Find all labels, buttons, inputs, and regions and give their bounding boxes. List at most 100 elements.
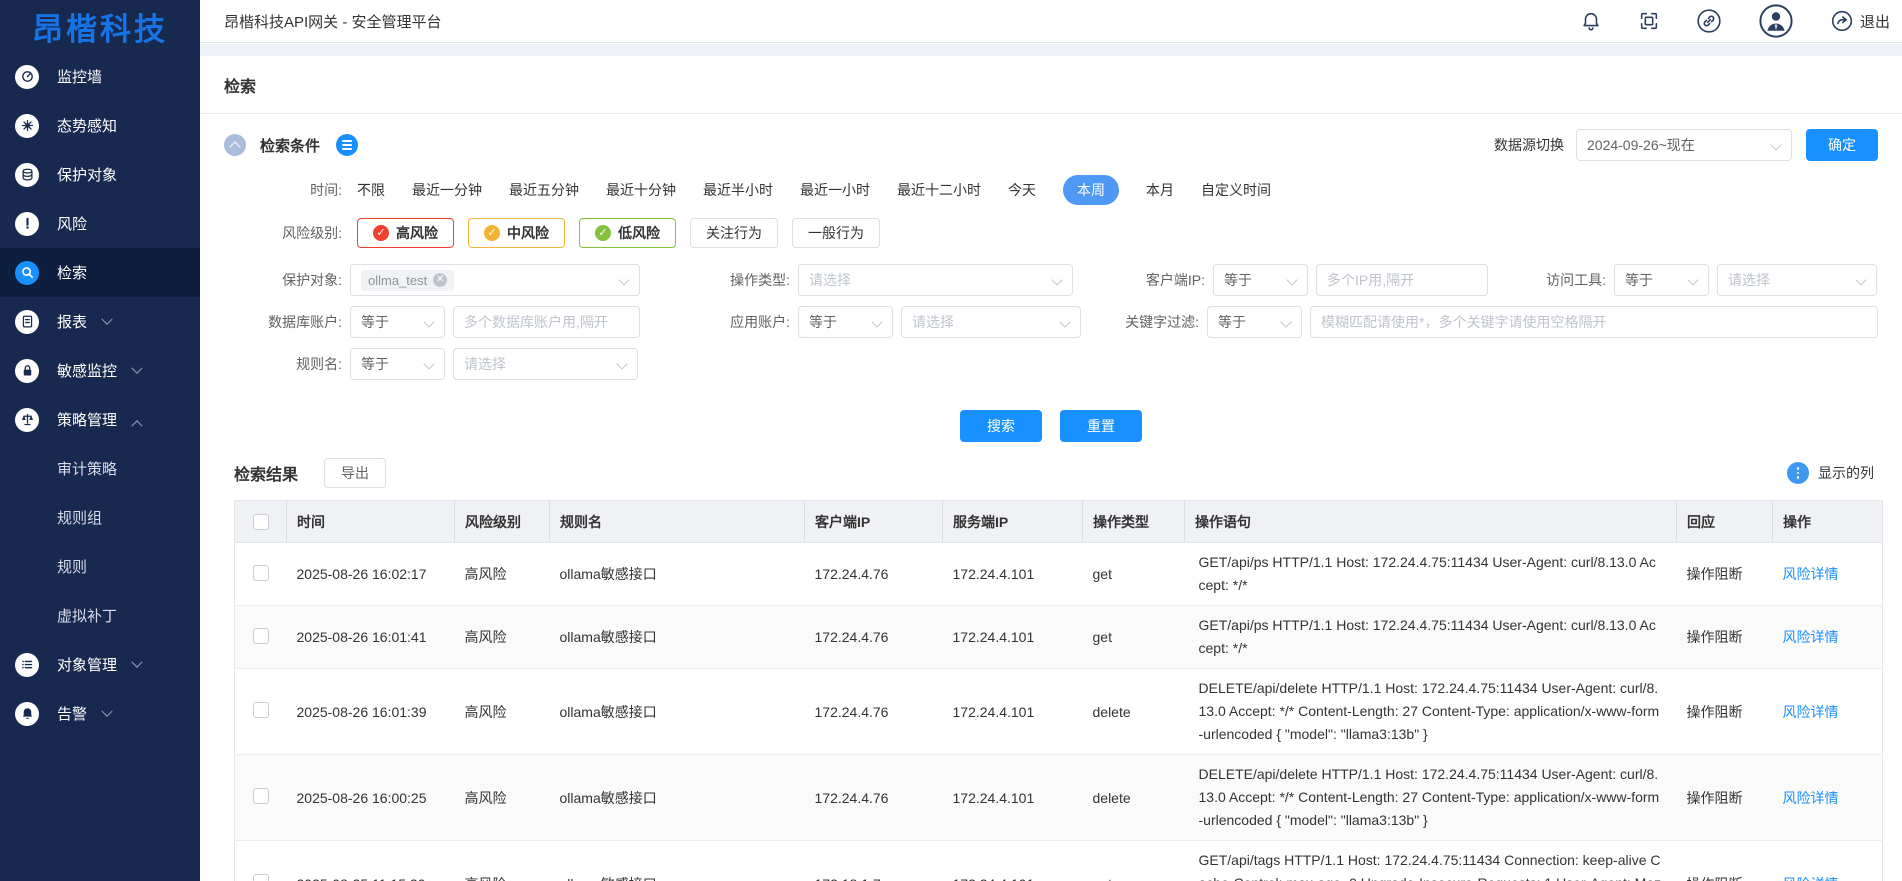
time-options: 不限最近一分钟最近五分钟最近十分钟最近半小时最近一小时最近十二小时今天本周本月自… (357, 175, 1271, 205)
time-option-最近五分钟[interactable]: 最近五分钟 (509, 175, 579, 205)
time-option-最近十分钟[interactable]: 最近十分钟 (606, 175, 676, 205)
sidebar-subitem-label: 虚拟补丁 (57, 605, 117, 626)
risk-option-中风险[interactable]: ✓中风险 (468, 218, 565, 248)
datasource-select[interactable]: 2024-09-26~现在 (1576, 129, 1792, 161)
cell-statement: GET/api/tags HTTP/1.1 Host: 172.24.4.75:… (1185, 841, 1677, 881)
cell-statement: GET/api/ps HTTP/1.1 Host: 172.24.4.75:11… (1185, 543, 1677, 606)
rule-name-operator-select[interactable]: 等于 (350, 348, 445, 380)
cell-risk-level: 高风险 (455, 841, 550, 881)
client-ip-operator-select[interactable]: 等于 (1213, 264, 1308, 296)
access-tool-operator-select[interactable]: 等于 (1614, 264, 1709, 296)
collapse-section-icon[interactable] (224, 134, 246, 156)
row-checkbox[interactable] (253, 788, 269, 804)
sidebar-subitem-审计策略[interactable]: 审计策略 (0, 444, 200, 493)
cell-op-type: delete (1083, 669, 1185, 755)
top-bar-actions: 退出 (1580, 3, 1890, 39)
search-icon (15, 261, 39, 285)
sidebar-item-风险[interactable]: 风险 (0, 199, 200, 248)
time-option-自定义时间[interactable]: 自定义时间 (1201, 175, 1271, 205)
link-icon[interactable] (1696, 8, 1722, 34)
user-avatar[interactable] (1758, 3, 1794, 39)
db-account-operator-select[interactable]: 等于 (350, 306, 445, 338)
row-checkbox[interactable] (253, 874, 269, 881)
sidebar-item-label: 保护对象 (57, 164, 117, 185)
sidebar-subitem-规则组[interactable]: 规则组 (0, 493, 200, 542)
logout-button[interactable]: 退出 (1830, 9, 1890, 33)
sidebar-subitem-虚拟补丁[interactable]: 虚拟补丁 (0, 591, 200, 640)
sidebar-item-对象管理[interactable]: 对象管理 (0, 640, 200, 689)
confirm-button[interactable]: 确定 (1806, 129, 1878, 161)
logout-icon (1830, 9, 1854, 33)
show-columns-button[interactable]: 显示的列 (1787, 462, 1874, 484)
cell-response: 操作阻断 (1677, 606, 1773, 669)
access-tool-select[interactable]: 请选择 (1717, 264, 1877, 296)
cell-rule-name: ollama敏感接口 (550, 755, 805, 841)
cell-response: 操作阻断 (1677, 755, 1773, 841)
cell-action: 风险详情 (1773, 669, 1883, 755)
column-header-规则名: 规则名 (550, 501, 805, 543)
reset-button[interactable]: 重置 (1060, 410, 1142, 442)
sidebar-item-检索[interactable]: 检索 (0, 248, 200, 297)
app-account-label: 应用账户: (680, 312, 790, 332)
condition-menu-icon[interactable] (336, 134, 358, 156)
risk-detail-link[interactable]: 风险详情 (1783, 629, 1839, 645)
sidebar-item-敏感监控[interactable]: 敏感监控 (0, 346, 200, 395)
cell-checkbox (235, 543, 287, 606)
top-bar: 昂楷科技API网关 - 安全管理平台 退出 (200, 0, 1902, 43)
time-option-最近一分钟[interactable]: 最近一分钟 (412, 175, 482, 205)
op-type-select[interactable]: 请选择 (798, 264, 1073, 296)
db-account-label: 数据库账户: (224, 312, 342, 332)
sidebar-item-label: 态势感知 (57, 115, 117, 136)
time-option-最近半小时[interactable]: 最近半小时 (703, 175, 773, 205)
row-checkbox[interactable] (253, 565, 269, 581)
protect-object-select[interactable]: ollma_test✕ (350, 264, 640, 296)
sidebar-item-告警[interactable]: 告警 (0, 689, 200, 738)
column-header-操作: 操作 (1773, 501, 1883, 543)
time-option-今天[interactable]: 今天 (1008, 175, 1036, 205)
rule-name-select[interactable]: 请选择 (453, 348, 638, 380)
cell-response: 操作阻断 (1677, 841, 1773, 881)
risk-detail-link[interactable]: 风险详情 (1783, 566, 1839, 582)
time-option-最近十二小时[interactable]: 最近十二小时 (897, 175, 981, 205)
sidebar-item-策略管理[interactable]: 策略管理 (0, 395, 200, 444)
sidebar-item-态势感知[interactable]: 态势感知 (0, 101, 200, 150)
risk-detail-link[interactable]: 风险详情 (1783, 790, 1839, 806)
column-header-操作语句: 操作语句 (1185, 501, 1677, 543)
keyword-input[interactable] (1310, 306, 1878, 338)
cell-action: 风险详情 (1773, 543, 1883, 606)
client-ip-input[interactable] (1316, 264, 1488, 296)
cell-action: 风险详情 (1773, 606, 1883, 669)
row-checkbox[interactable] (253, 702, 269, 718)
remove-tag-icon[interactable]: ✕ (433, 273, 447, 287)
db-account-input[interactable] (453, 306, 640, 338)
sidebar-item-label: 告警 (57, 703, 87, 724)
time-option-本周[interactable]: 本周 (1063, 175, 1119, 205)
export-button[interactable]: 导出 (324, 458, 386, 488)
sidebar-item-label: 检索 (57, 262, 87, 283)
risk-option-高风险[interactable]: ✓高风险 (357, 218, 454, 248)
fullscreen-icon[interactable] (1638, 10, 1660, 32)
sidebar-item-监控墙[interactable]: 监控墙 (0, 52, 200, 101)
column-header-操作类型: 操作类型 (1083, 501, 1185, 543)
sidebar-item-报表[interactable]: 报表 (0, 297, 200, 346)
check-circle-icon: ✓ (595, 225, 611, 241)
time-option-本月[interactable]: 本月 (1146, 175, 1174, 205)
sidebar-subitem-规则[interactable]: 规则 (0, 542, 200, 591)
keyword-operator-select[interactable]: 等于 (1207, 306, 1302, 338)
risk-detail-link[interactable]: 风险详情 (1783, 876, 1839, 881)
risk-option-一般行为[interactable]: 一般行为 (792, 218, 880, 248)
cell-server-ip: 172.24.4.101 (943, 543, 1083, 606)
row-checkbox[interactable] (253, 628, 269, 644)
search-button[interactable]: 搜索 (960, 410, 1042, 442)
risk-option-低风险[interactable]: ✓低风险 (579, 218, 676, 248)
time-option-最近一小时[interactable]: 最近一小时 (800, 175, 870, 205)
sidebar-item-保护对象[interactable]: 保护对象 (0, 150, 200, 199)
risk-detail-link[interactable]: 风险详情 (1783, 704, 1839, 720)
select-all-checkbox[interactable] (253, 514, 269, 530)
time-option-不限[interactable]: 不限 (357, 175, 385, 205)
notification-bell-icon[interactable] (1580, 10, 1602, 32)
app-account-select[interactable]: 请选择 (901, 306, 1081, 338)
chevron-up-icon (131, 420, 142, 431)
risk-option-关注行为[interactable]: 关注行为 (690, 218, 778, 248)
app-account-operator-select[interactable]: 等于 (798, 306, 893, 338)
